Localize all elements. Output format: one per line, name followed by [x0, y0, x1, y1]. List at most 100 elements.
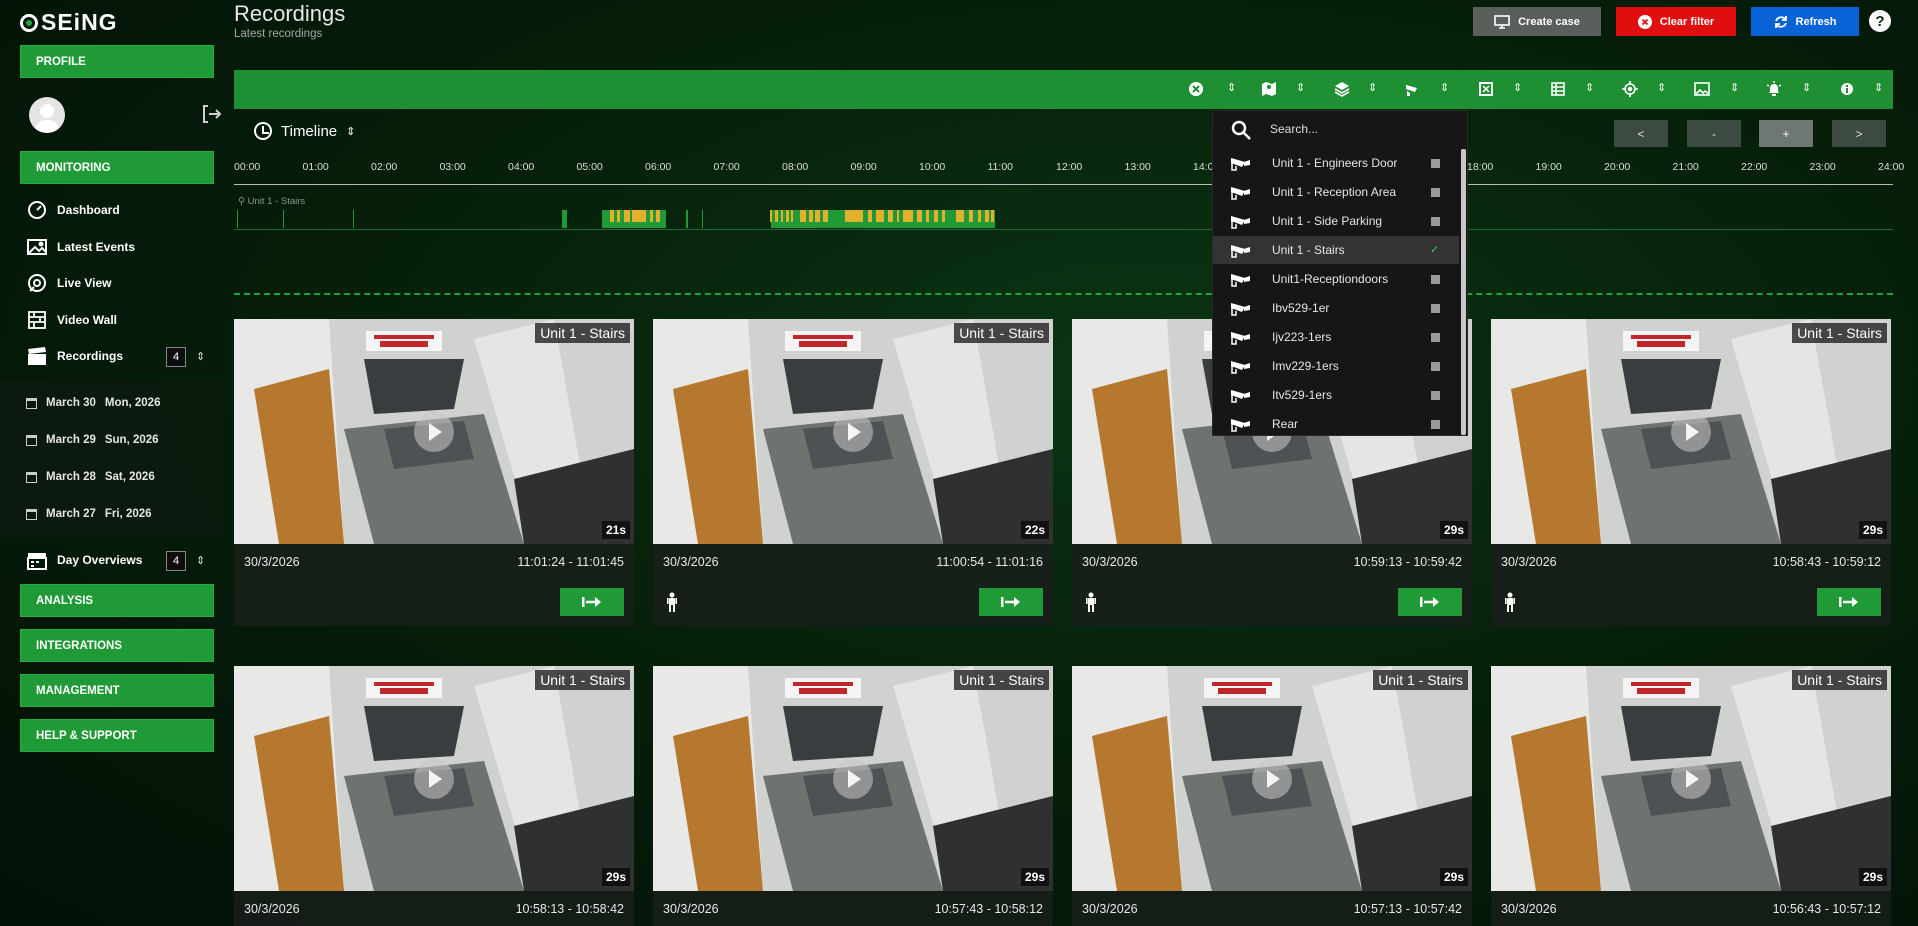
nav-dashboard[interactable]: Dashboard: [26, 199, 120, 221]
create-case-button[interactable]: Create case: [1473, 7, 1601, 36]
camera-option[interactable]: Imv229-1ers: [1213, 352, 1459, 380]
timeline-segment[interactable]: [632, 210, 646, 222]
camera-option[interactable]: Ijv223-1ers: [1213, 323, 1459, 351]
timeline-segment[interactable]: [650, 210, 653, 222]
timeline-segment[interactable]: [809, 210, 813, 222]
camera-search-input[interactable]: [1270, 118, 1450, 140]
play-icon[interactable]: [1671, 759, 1711, 799]
open-recording-button[interactable]: [1398, 588, 1462, 616]
timeline-segment[interactable]: [815, 210, 820, 222]
checkbox[interactable]: [1431, 332, 1440, 342]
open-recording-button[interactable]: [1817, 588, 1881, 616]
close-circle-icon[interactable]: [1188, 81, 1204, 97]
timeline-segment[interactable]: [283, 210, 284, 228]
clear-filter-button[interactable]: Clear filter: [1616, 7, 1736, 36]
timeline-segment[interactable]: [903, 210, 913, 222]
integrations-button[interactable]: INTEGRATIONS: [20, 629, 214, 662]
recording-thumbnail[interactable]: Unit 1 - Stairs 29s: [1491, 319, 1891, 544]
recording-thumbnail[interactable]: Unit 1 - Stairs 21s: [234, 319, 634, 544]
play-icon[interactable]: [414, 412, 454, 452]
timeline-segment[interactable]: [956, 210, 964, 222]
timeline-segment[interactable]: [969, 210, 973, 222]
help-icon[interactable]: ?: [1869, 10, 1891, 32]
image-icon[interactable]: [1694, 81, 1710, 97]
sort-arrows-icon[interactable]: ⇕: [346, 125, 355, 138]
recordings-reorder-icon[interactable]: ⇕: [196, 350, 205, 363]
play-icon[interactable]: [1671, 412, 1711, 452]
timeline-prev-button[interactable]: <: [1614, 120, 1668, 147]
recording-card[interactable]: Unit 1 - Stairs 22s 30/3/2026 11:00:54 - 11…: [653, 319, 1053, 626]
checkbox[interactable]: [1431, 216, 1440, 226]
recording-card[interactable]: Unit 1 - Stairs 29s 30/3/2026 10:57:43 - 10…: [653, 666, 1053, 926]
fullscreen-icon[interactable]: [1478, 81, 1494, 97]
avatar[interactable]: [29, 97, 65, 133]
timeline-segment[interactable]: [656, 210, 660, 222]
alarm-icon[interactable]: [1766, 81, 1782, 97]
timeline-segment[interactable]: [942, 210, 945, 222]
recording-card[interactable]: Unit 1 - Stairs 29s 30/3/2026 10:56:43 - 10…: [1491, 666, 1891, 926]
map-icon[interactable]: [1261, 81, 1277, 97]
sort-arrows-icon[interactable]: ⇕: [1513, 81, 1522, 94]
dropdown-scrollbar[interactable]: [1461, 149, 1466, 435]
timeline-segment[interactable]: [781, 210, 783, 222]
timeline-segment[interactable]: [823, 210, 828, 222]
camera-option[interactable]: Itv529-1ers: [1213, 381, 1459, 409]
timeline-segment[interactable]: [353, 210, 354, 228]
checkbox[interactable]: [1431, 187, 1440, 197]
camera-option[interactable]: Rear: [1213, 410, 1459, 438]
sort-arrows-icon[interactable]: ⇕: [1368, 81, 1377, 94]
recording-card[interactable]: Unit 1 - Stairs 29s 30/3/2026 10:57:13 - 10…: [1072, 666, 1472, 926]
timeline-segment[interactable]: [775, 210, 778, 222]
sort-arrows-icon[interactable]: ⇕: [1874, 81, 1883, 94]
timeline-segment[interactable]: [868, 210, 872, 222]
timeline-segment[interactable]: [617, 210, 620, 222]
sort-arrows-icon[interactable]: ⇕: [1440, 81, 1449, 94]
date-item[interactable]: March 29 Sun, 2026: [26, 434, 159, 446]
checkbox[interactable]: [1431, 303, 1440, 313]
sort-arrows-icon[interactable]: ⇕: [1296, 81, 1305, 94]
camera-option[interactable]: Unit 1 - Side Parking: [1213, 207, 1459, 235]
timeline-next-button[interactable]: >: [1832, 120, 1886, 147]
sort-arrows-icon[interactable]: ⇕: [1730, 81, 1739, 94]
timeline-segment[interactable]: [610, 210, 614, 222]
profile-button[interactable]: PROFILE: [20, 45, 214, 78]
nav-recordings[interactable]: Recordings: [26, 345, 123, 367]
open-recording-button[interactable]: [560, 588, 624, 616]
camera-icon[interactable]: [1405, 81, 1421, 97]
checkbox[interactable]: [1431, 274, 1440, 284]
recording-card[interactable]: Unit 1 - Stairs 29s 30/3/2026 10:58:13 - 10…: [234, 666, 634, 926]
logo[interactable]: SEiNG: [20, 9, 118, 36]
nav-day-overviews[interactable]: Day Overviews: [26, 549, 142, 571]
help-support-button[interactable]: HELP & SUPPORT: [20, 719, 214, 752]
recording-thumbnail[interactable]: Unit 1 - Stairs 29s: [1072, 666, 1472, 891]
date-item[interactable]: March 27 Fri, 2026: [26, 508, 152, 520]
timeline-segment[interactable]: [845, 210, 863, 222]
play-icon[interactable]: [1252, 759, 1292, 799]
sort-arrows-icon[interactable]: ⇕: [1657, 81, 1666, 94]
date-item[interactable]: March 28 Sat, 2026: [26, 471, 155, 483]
timeline-segment[interactable]: [686, 210, 688, 228]
checkmark-icon[interactable]: ✓: [1430, 243, 1442, 256]
camera-option[interactable]: Unit 1 - Reception Area: [1213, 178, 1459, 206]
camera-option[interactable]: Unit 1 - Stairs ✓: [1213, 236, 1459, 264]
refresh-button[interactable]: Refresh: [1751, 7, 1859, 36]
timeline-zoom-in-button[interactable]: +: [1759, 120, 1813, 147]
timeline-segment[interactable]: [876, 210, 884, 222]
nav-video-wall[interactable]: Video Wall: [26, 309, 117, 331]
checkbox[interactable]: [1431, 361, 1440, 371]
recording-thumbnail[interactable]: Unit 1 - Stairs 22s: [653, 319, 1053, 544]
date-item[interactable]: March 30 Mon, 2026: [26, 397, 160, 409]
layers-icon[interactable]: [1334, 81, 1350, 97]
info-icon[interactable]: [1839, 81, 1855, 97]
checkbox[interactable]: [1431, 158, 1440, 168]
timeline-segment[interactable]: [562, 210, 567, 228]
recording-thumbnail[interactable]: Unit 1 - Stairs 29s: [234, 666, 634, 891]
timeline-segment[interactable]: [917, 210, 922, 222]
checkbox[interactable]: [1431, 419, 1440, 429]
timeline-segment[interactable]: [888, 210, 893, 222]
checkbox[interactable]: [1431, 390, 1440, 400]
open-recording-button[interactable]: [979, 588, 1043, 616]
nav-latest-events[interactable]: Latest Events: [26, 236, 135, 258]
timeline-segment[interactable]: [934, 210, 938, 222]
management-button[interactable]: MANAGEMENT: [20, 674, 214, 707]
